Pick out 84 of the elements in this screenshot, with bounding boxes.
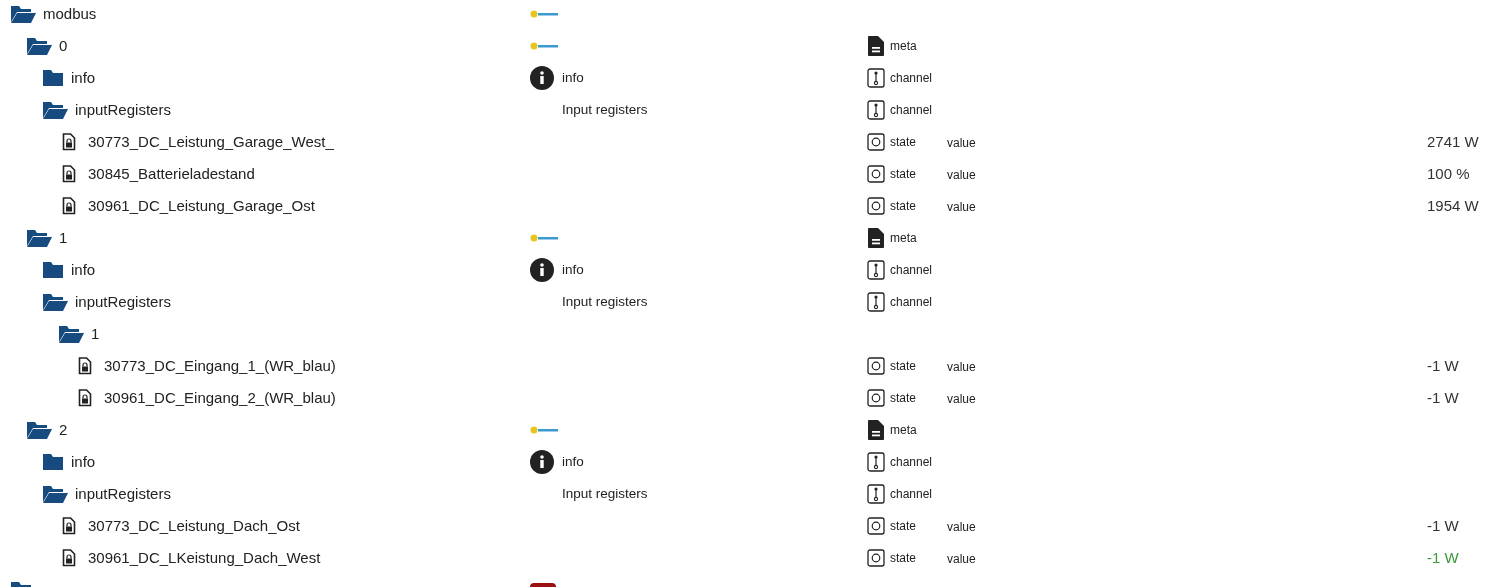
state-icon — [867, 357, 885, 375]
title-text: Input registers — [562, 100, 648, 119]
tree-item-label[interactable]: info — [71, 258, 96, 282]
type-text: state — [890, 550, 916, 567]
type-text: channel — [890, 102, 933, 119]
locked-file-icon — [78, 357, 92, 375]
type-text: state — [890, 166, 916, 183]
type-text: meta — [890, 422, 917, 439]
info-icon — [530, 450, 554, 474]
type-text: state — [890, 518, 916, 535]
tree-item-label[interactable]: info — [71, 450, 96, 474]
role-text: value — [947, 360, 976, 374]
value-text: 2741 W — [1427, 131, 1479, 152]
tree-item-label[interactable]: 30773_DC_Leistung_Dach_Ost — [88, 514, 300, 538]
type-text: channel — [890, 486, 933, 503]
locked-file-icon — [62, 517, 76, 535]
document-icon — [867, 35, 885, 57]
type-text: channel — [890, 70, 933, 87]
adapter-logo-icon — [530, 233, 560, 243]
state-icon — [867, 165, 885, 183]
role-text: value — [947, 168, 976, 182]
role-text: value — [947, 552, 976, 566]
locked-file-icon — [62, 197, 76, 215]
value-text: -1 W — [1427, 547, 1459, 568]
tree-item-label[interactable]: info — [71, 66, 96, 90]
info-icon — [530, 66, 554, 90]
channel-icon — [867, 260, 885, 280]
role-text: value — [947, 520, 976, 534]
tree-item-label[interactable]: 30773_DC_Leistung_Garage_West_ — [88, 130, 334, 154]
tree-item-label[interactable]: 0 — [59, 34, 68, 58]
state-icon — [867, 549, 885, 567]
state-icon — [867, 389, 885, 407]
value-text: -1 W — [1427, 387, 1459, 408]
info-icon — [530, 258, 554, 282]
type-text: channel — [890, 262, 933, 279]
title-text: info — [562, 260, 584, 279]
value-text: -1 W — [1427, 355, 1459, 376]
type-text: channel — [890, 294, 933, 311]
tree-item-label[interactable]: 2 — [59, 418, 68, 442]
type-text: channel — [890, 454, 933, 471]
type-text: state — [890, 358, 916, 375]
title-text: info — [562, 68, 584, 87]
tree-item-label[interactable]: 1 — [91, 322, 100, 346]
channel-icon — [867, 484, 885, 504]
adapter-logo-icon — [530, 9, 560, 19]
tree-item-label[interactable]: 30961_DC_LKeistung_Dach_West — [88, 546, 321, 570]
type-text: meta — [890, 38, 917, 55]
type-text: meta — [890, 230, 917, 247]
type-text: state — [890, 390, 916, 407]
locked-file-icon — [78, 389, 92, 407]
document-icon — [867, 227, 885, 249]
tree-item-label[interactable]: 30773_DC_Eingang_1_(WR_blau) — [104, 354, 336, 378]
tree-item-label[interactable]: 30961_DC_Leistung_Garage_Ost — [88, 194, 315, 218]
channel-icon — [867, 100, 885, 120]
channel-icon — [867, 68, 885, 88]
tree-item-label[interactable]: 30845_Batterieladestand — [88, 162, 255, 186]
tree-item-label[interactable]: inputRegisters — [75, 290, 171, 314]
locked-file-icon — [62, 549, 76, 567]
role-text: value — [947, 136, 976, 150]
locked-file-icon — [62, 165, 76, 183]
state-icon — [867, 133, 885, 151]
title-text: Input registers — [562, 484, 648, 503]
value-text: -1 W — [1427, 515, 1459, 536]
adapter-logo-icon — [530, 425, 560, 435]
document-icon — [867, 419, 885, 441]
title-text: Input registers — [562, 292, 648, 311]
role-text: value — [947, 392, 976, 406]
state-icon — [867, 517, 885, 535]
tree-item-label[interactable]: inputRegisters — [75, 98, 171, 122]
tree-item-label[interactable]: inputRegisters — [75, 482, 171, 506]
channel-icon — [867, 292, 885, 312]
title-text: info — [562, 452, 584, 471]
tree-item-label[interactable]: modbus — [43, 2, 97, 26]
type-text: state — [890, 198, 916, 215]
tree-item-label[interactable]: 1 — [59, 226, 68, 250]
channel-icon — [867, 452, 885, 472]
role-text: value — [947, 200, 976, 214]
adapter-logo-icon — [530, 41, 560, 51]
value-text: 1954 W — [1427, 195, 1479, 216]
value-text: 100 % — [1427, 163, 1470, 184]
locked-file-icon — [62, 133, 76, 151]
state-icon — [867, 197, 885, 215]
type-text: state — [890, 134, 916, 151]
tree-item-label[interactable]: 30961_DC_Eingang_2_(WR_blau) — [104, 386, 336, 410]
